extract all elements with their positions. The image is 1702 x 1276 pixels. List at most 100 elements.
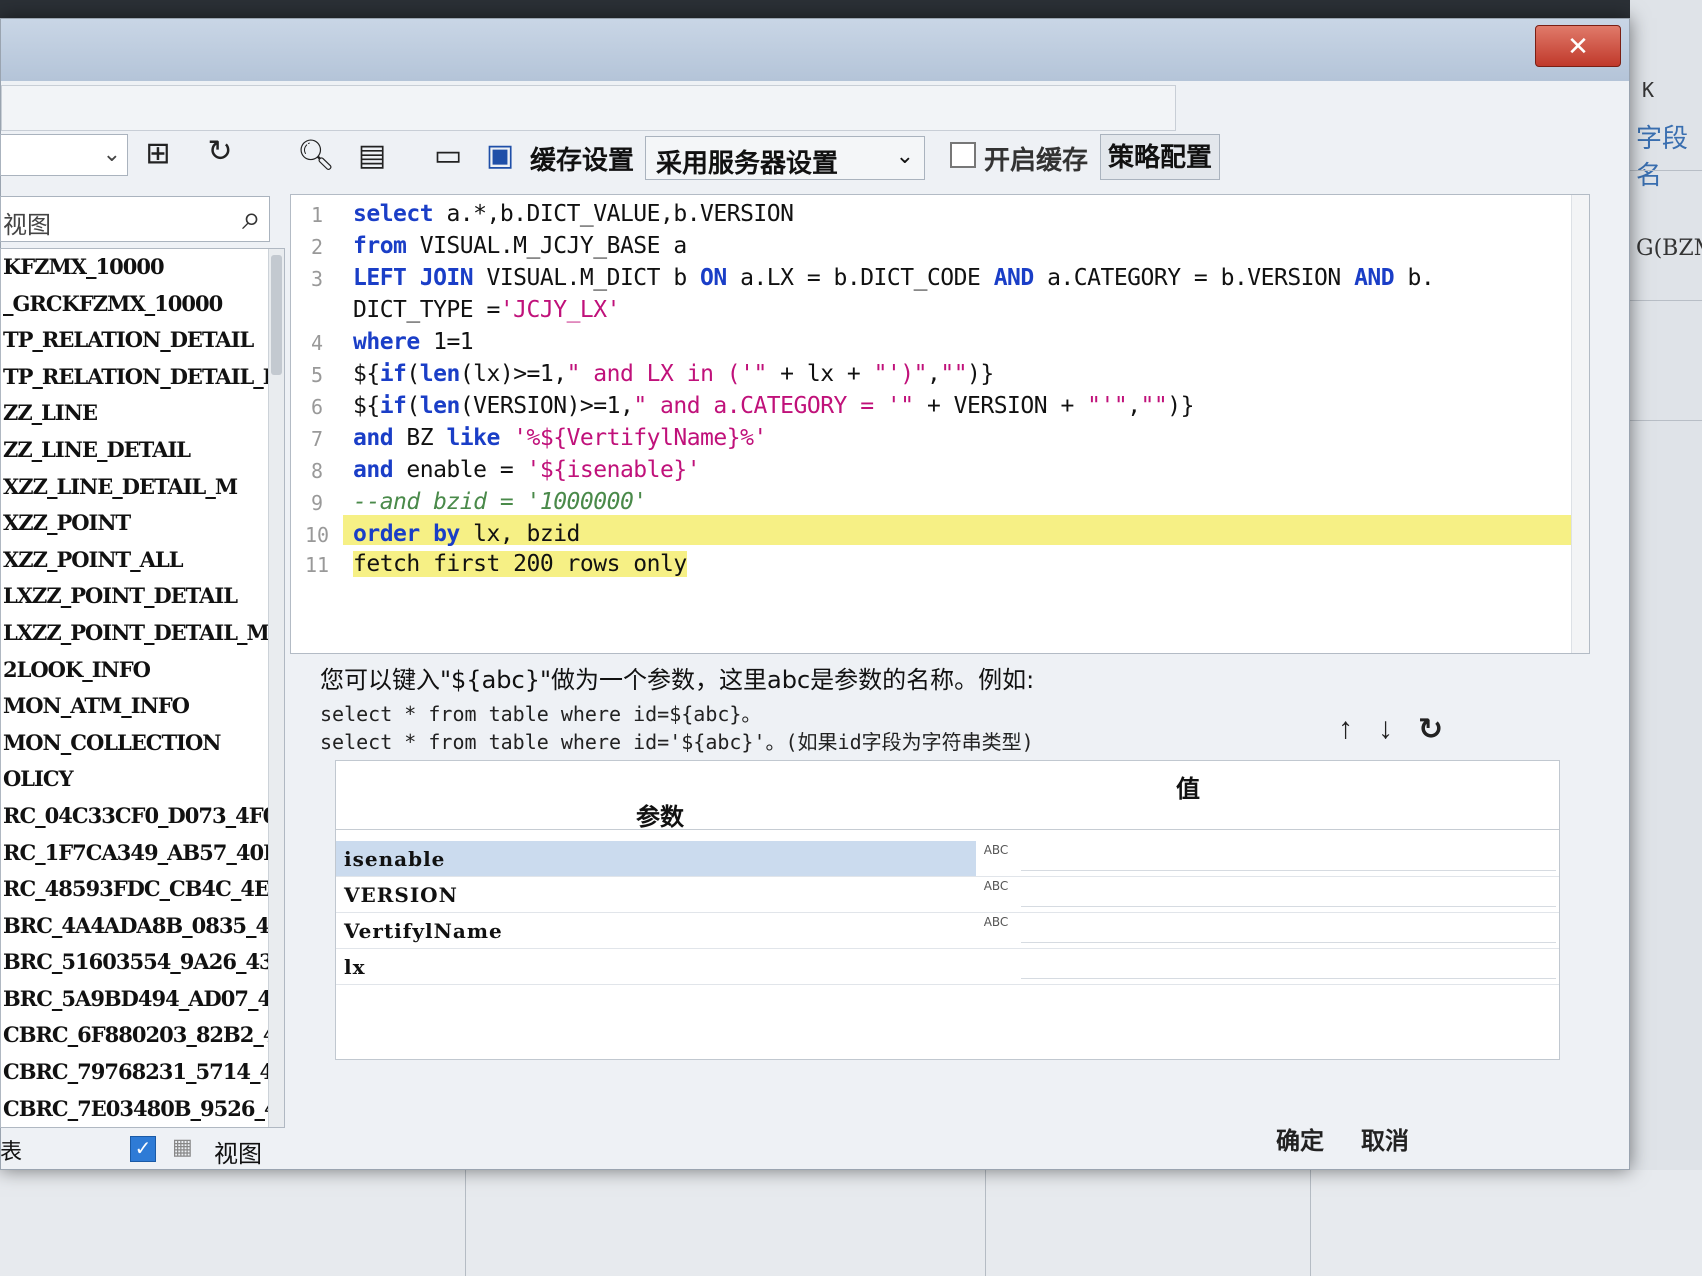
refresh-params-button[interactable]: ↻ (1418, 712, 1443, 747)
parameter-name-cell[interactable]: isenable (336, 841, 976, 876)
string-type-icon[interactable]: ABC (976, 915, 1016, 929)
title-bar: ✕ (1, 19, 1629, 81)
code-line-2: from VISUAL.M_JCJY_BASE a (353, 233, 687, 259)
table-list-item[interactable]: XZZ_POINT (1, 505, 284, 542)
parameter-row[interactable]: VertifylName ABC (336, 913, 1559, 949)
line-number: 4 (310, 331, 324, 355)
table-list-item[interactable]: MON_ATM_INFO (1, 688, 284, 725)
move-up-button[interactable]: ↑ (1338, 712, 1353, 746)
cache-policy-select[interactable]: 采用服务器设置 ⌄ (645, 136, 925, 180)
help-line-3: select * from table where id='${abc}'。(如… (320, 730, 1034, 754)
string-type-icon[interactable]: ABC (976, 843, 1016, 857)
line-number-gutter: 1 2 3 4 5 6 7 8 9 10 11 (291, 195, 343, 653)
edit-connection-icon[interactable]: ⊞ (138, 134, 178, 174)
grid-line (1630, 300, 1702, 301)
table-list-item[interactable]: CBRC_6F880203_82B2_4B3D_88 (1, 1017, 284, 1054)
table-list-item[interactable]: MON_COLLECTION (1, 725, 284, 762)
line-number: 5 (310, 363, 324, 387)
line-number: 7 (310, 427, 324, 451)
table-list-item[interactable]: OLICY (1, 761, 284, 798)
line-number: 11 (304, 553, 330, 577)
table-list-item[interactable]: XZZ_LINE_DETAIL_M (1, 469, 284, 506)
table-list-item[interactable]: LXZZ_POINT_DETAIL (1, 578, 284, 615)
table-list-item[interactable]: ZZ_LINE (1, 395, 284, 432)
ok-button[interactable]: 确定 (1255, 1120, 1345, 1164)
editor-scrollbar[interactable] (1571, 195, 1589, 653)
cache-policy-value: 采用服务器设置 (656, 148, 839, 178)
parameter-value-input[interactable] (1021, 917, 1556, 943)
refresh-icon[interactable]: ↻ (200, 132, 240, 172)
move-down-button[interactable]: ↓ (1378, 712, 1393, 746)
parameter-value-input[interactable] (1021, 845, 1556, 871)
help-line-1: 您可以键入"${abc}"做为一个参数，这里abc是参数的名称。例如: (320, 666, 1035, 694)
table-list-item[interactable]: CBRC_79768231_5714_4467_92 (1, 1054, 284, 1091)
table-list-item[interactable]: TP_RELATION_DETAIL (1, 322, 284, 359)
column-header-value: 值 (1176, 776, 1200, 803)
parameter-name-cell[interactable]: VertifylName (336, 913, 976, 948)
line-number: 10 (304, 523, 330, 547)
table-list-item[interactable]: RC_48593FDC_CB4C_4E26_96 (1, 871, 284, 908)
scrollbar-thumb[interactable] (271, 255, 282, 375)
table-list-item[interactable]: BRC_51603554_9A26_435A_A0 (1, 944, 284, 981)
parameter-value-input[interactable] (1021, 953, 1556, 979)
table-list-item[interactable]: BRC_5A9BD494_AD07_4787_BA (1, 981, 284, 1018)
document-icon[interactable]: ▤ (352, 136, 392, 176)
table-search-input[interactable]: 视图 ⌕ (0, 196, 270, 242)
parameter-row[interactable]: VERSION ABC (336, 877, 1559, 913)
cache-settings-label[interactable]: 缓存设置 (530, 140, 634, 177)
enable-cache-label: 开启缓存 (984, 145, 1089, 175)
code-line-3-wrap: DICT_TYPE ='JCJY_LX' (353, 297, 620, 323)
view-filter-checkbox[interactable]: ✓ (130, 1136, 156, 1162)
parameter-name: lx (344, 955, 366, 979)
parameter-row[interactable]: isenable ABC (336, 841, 1559, 877)
table-list-item[interactable]: XZZ_POINT_ALL (1, 542, 284, 579)
table-list-item[interactable]: ZZ_LINE_DETAIL (1, 432, 284, 469)
chevron-down-icon: ⌄ (895, 143, 914, 168)
card-icon[interactable]: ▭ (428, 136, 468, 176)
table-list-item[interactable]: _GRCKFZMX_10000 (1, 286, 284, 323)
table-list[interactable]: KFZMX_10000 _GRCKFZMX_10000 TP_RELATION_DE… (0, 248, 285, 1128)
grid-line (1630, 170, 1702, 171)
code-line-11: fetch first 200 rows only (353, 551, 687, 577)
view-filter-label: 视图 (214, 1141, 262, 1168)
header-divider (336, 829, 1559, 830)
line-number: 8 (310, 459, 324, 483)
grid-line (465, 1170, 466, 1276)
table-list-item[interactable]: RC_1F7CA349_AB57_40D2_88 (1, 835, 284, 872)
string-type-icon[interactable]: ABC (976, 879, 1016, 893)
table-list-item[interactable]: TP_RELATION_DETAIL_D (1, 359, 284, 396)
code-line-6: ${if(len(VERSION)>=1," and a.CATEGORY = … (353, 393, 1194, 419)
parameter-name-cell[interactable]: lx (336, 949, 976, 984)
strategy-config-button[interactable]: 策略配置 (1100, 134, 1220, 180)
code-line-4: where 1=1 (353, 329, 474, 355)
table-list-item[interactable]: RC_04C33CF0_D073_4F0D_A0 (1, 798, 284, 835)
table-list-item[interactable]: KFZMX_10000 (1, 249, 284, 286)
cancel-button[interactable]: 取消 (1340, 1120, 1430, 1164)
sql-toolbar: 🔍︎ ▤ ▭ ▣ 缓存设置 采用服务器设置 ⌄ 开启缓存 策略配置 (290, 126, 1610, 188)
parameter-name-cell[interactable]: VERSION (336, 877, 976, 912)
parameter-name: VERSION (344, 883, 458, 907)
table-list-scrollbar[interactable] (268, 249, 284, 1127)
line-number: 6 (310, 395, 324, 419)
sql-editor[interactable]: 1 2 3 4 5 6 7 8 9 10 11 select a.*,b.DICT_VALUE,b.… (290, 194, 1590, 654)
preview-icon[interactable]: 🔍︎ (296, 136, 336, 176)
table-list-item[interactable]: 2LOOK_INFO (1, 652, 284, 689)
background-col-label: K (1642, 78, 1655, 102)
parameter-help: 您可以键入"${abc}"做为一个参数，这里abc是参数的名称。例如: sele… (320, 650, 1610, 770)
close-button[interactable]: ✕ (1535, 25, 1621, 67)
table-list-item[interactable]: BRC_4A4ADA8B_0835_45D3_B5 (1, 908, 284, 945)
chevron-down-icon: ⌄ (102, 141, 121, 166)
parameter-row[interactable]: lx (336, 949, 1559, 985)
save-icon[interactable]: ▣ (480, 136, 520, 176)
code-line-5: ${if(len(lx)>=1," and LX in ('" + lx + "… (353, 361, 994, 387)
line-number: 2 (310, 235, 324, 259)
code-line-7: and BZ like '%${VertifylName}%' (353, 425, 767, 451)
view-icon: ▦ (172, 1134, 193, 1159)
table-list-item[interactable]: LXZZ_POINT_DETAIL_M (1, 615, 284, 652)
parameter-value-input[interactable] (1021, 881, 1556, 907)
table-list-item[interactable]: CBRC_7E03480B_9526_45DD_98 (1, 1091, 284, 1127)
search-icon[interactable]: ⌕ (242, 199, 261, 238)
enable-cache-checkbox[interactable] (950, 142, 976, 168)
left-toolbar: ⌄ ⊞ ↻ (0, 122, 285, 186)
database-select[interactable]: ⌄ (0, 134, 128, 176)
